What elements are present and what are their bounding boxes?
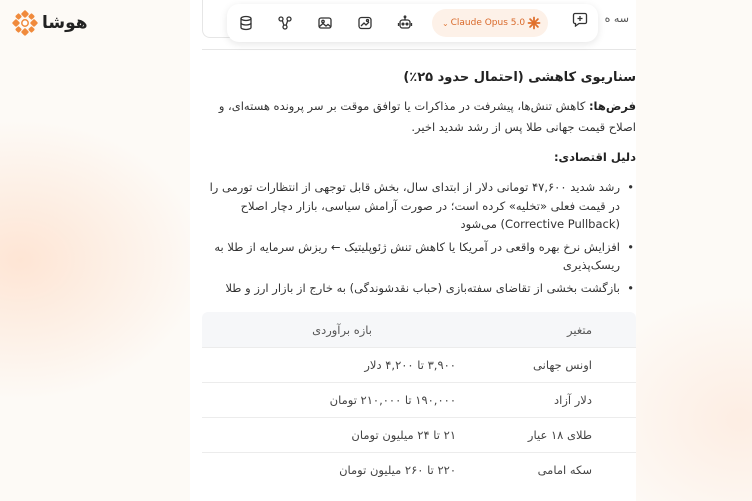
workflow-button[interactable] — [273, 11, 297, 35]
reasons-title: دلیل اقتصادی: — [553, 150, 636, 164]
new-chat-button[interactable] — [568, 7, 592, 31]
chevron-down-icon: ⌄ — [442, 18, 449, 28]
table-cell: اونس جهانی — [533, 358, 592, 372]
list-item: رشد شدید ۴۷,۶۰۰ تومانی دلار از ابتدای سا… — [202, 178, 636, 234]
table-cell: ۲۲۰ تا ۲۶۰ میلیون تومان — [339, 463, 456, 477]
list-item: افزایش نرخ بهره واقعی در آمریکا یا کاهش … — [202, 238, 636, 275]
estimates-table: متغیر بازه برآوردی اونس جهانی ۳,۹۰۰ تا ۴… — [202, 312, 636, 487]
section-title: سناریوی کاهشی (احتمال حدود ۲۵٪) — [403, 70, 636, 85]
floating-toolbar: ⌄ Claude Opus 5.0 — [227, 4, 598, 42]
table-row: دلار آزاد ۱۹۰,۰۰۰ تا ۲۱۰,۰۰۰ تومان — [202, 382, 636, 417]
image-gallery-button[interactable] — [313, 11, 337, 35]
assumptions-text: کاهش تنش‌ها، پیشرفت در مذاکرات یا توافق … — [218, 99, 636, 134]
database-button[interactable] — [234, 11, 258, 35]
reasons-list: رشد شدید ۴۷,۶۰۰ تومانی دلار از ابتدای سا… — [202, 178, 636, 301]
truncated-label: سه ه — [604, 12, 629, 25]
robot-button[interactable] — [393, 11, 417, 35]
workflow-icon — [278, 16, 292, 30]
table-cell: ۱۹۰,۰۰۰ تا ۲۱۰,۰۰۰ تومان — [329, 393, 456, 407]
header-variable: متغیر — [567, 322, 592, 337]
table-cell: ۲۱ تا ۲۴ میلیون تومان — [351, 428, 456, 442]
table-header: متغیر بازه برآوردی — [202, 312, 636, 347]
table-row: اونس جهانی ۳,۹۰۰ تا ۴,۲۰۰ دلار — [202, 347, 636, 382]
table-row: طلای ۱۸ عیار ۲۱ تا ۲۴ میلیون تومان — [202, 417, 636, 452]
table-cell: دلار آزاد — [554, 393, 592, 407]
table-cell: طلای ۱۸ عیار — [527, 428, 592, 442]
model-selector[interactable]: ⌄ Claude Opus 5.0 — [432, 9, 548, 37]
assumptions-label: فرض‌ها: — [588, 99, 636, 113]
brand-name: هوشا — [42, 13, 88, 33]
database-icon — [240, 15, 252, 31]
image-gallery-icon — [318, 17, 332, 29]
assumptions-paragraph: فرض‌ها: کاهش تنش‌ها، پیشرفت در مذاکرات ی… — [202, 96, 636, 138]
header-range: بازه برآوردی — [312, 322, 372, 337]
list-item: بازگشت بخشی از تقاضای سفته‌بازی (حباب نق… — [202, 279, 636, 298]
image-edit-button[interactable] — [353, 11, 377, 35]
model-label: Claude Opus 5.0 — [450, 18, 526, 28]
image-edit-icon — [358, 16, 372, 30]
brand-logo[interactable]: هوشا — [12, 10, 88, 36]
table-row: سکه امامی ۲۲۰ تا ۲۶۰ میلیون تومان — [202, 452, 636, 487]
hosha-logo-icon — [12, 10, 38, 36]
robot-icon — [397, 15, 413, 29]
table-cell: سکه امامی — [537, 463, 592, 477]
new-chat-icon — [572, 12, 588, 27]
table-cell: ۳,۹۰۰ تا ۴,۲۰۰ دلار — [364, 358, 456, 372]
claude-star-icon — [527, 16, 541, 30]
